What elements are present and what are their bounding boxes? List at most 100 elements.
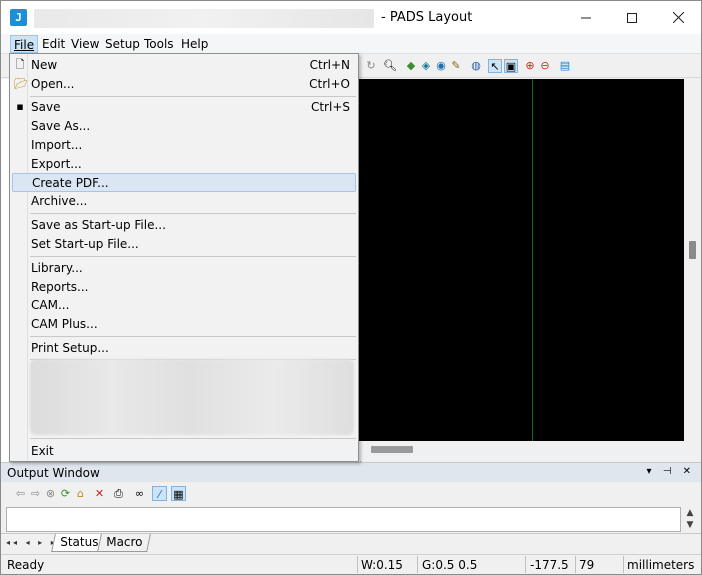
menu-help[interactable]: Help — [178, 35, 211, 53]
layer-icon[interactable]: ◆ — [404, 59, 418, 73]
menu-item-export[interactable]: Export... — [12, 155, 356, 174]
menu-separator — [30, 96, 356, 97]
canvas-origin-line — [532, 79, 533, 441]
pads-app-icon: J — [10, 9, 27, 26]
status-separator — [575, 556, 576, 573]
grid-view-icon[interactable]: ▦ — [171, 486, 186, 501]
menu-item-label: Save — [31, 100, 61, 114]
status-bar: Ready W:0.15 G:0.5 0.5 -177.5 79 millime… — [1, 554, 701, 574]
redo-icon[interactable]: ↻ — [364, 59, 378, 73]
menu-item-save[interactable]: ▪ Save Ctrl+S — [12, 98, 356, 117]
menu-tools[interactable]: Tools — [141, 35, 177, 53]
menu-item-label: Import... — [31, 138, 83, 152]
status-x-coordinate: -177.5 — [530, 558, 569, 572]
menu-item-set-startup[interactable]: Set Start-up File... — [12, 235, 356, 254]
menu-view[interactable]: View — [68, 35, 102, 53]
output-toolbar: ⇦ ⇨ ⊗ ⟳ ⌂ ✕ ⎙ ∞ ⁄ ▦ — [1, 482, 701, 506]
menu-item-open[interactable]: 📂︎ Open... Ctrl+O — [12, 75, 356, 94]
home-icon[interactable]: ⌂ — [73, 486, 88, 501]
zoom-icon[interactable]: 🔍︎ — [383, 59, 397, 73]
menu-item-label: Exit — [31, 444, 54, 458]
vertical-scrollbar[interactable] — [684, 79, 701, 441]
minimize-button[interactable] — [563, 1, 609, 34]
menu-item-cam[interactable]: CAM... — [12, 296, 356, 315]
menu-item-save-startup[interactable]: Save as Start-up File... — [12, 216, 356, 235]
status-grid: G:0.5 0.5 — [422, 558, 478, 572]
menu-item-label: CAM... — [31, 298, 70, 312]
menu-item-label: Save As... — [31, 119, 91, 133]
menu-item-library[interactable]: Library... — [12, 259, 356, 278]
select-mode-icon[interactable]: ↖ — [488, 59, 502, 73]
output-window-header: Output Window ▾ ⊣ ✕ — [1, 462, 701, 482]
close-button[interactable] — [655, 1, 701, 34]
forward-arrow-icon[interactable]: ⇨ — [28, 486, 43, 501]
menu-separator — [30, 438, 356, 439]
save-disk-icon: ▪ — [16, 100, 24, 113]
status-separator — [623, 556, 624, 573]
maximize-icon — [627, 12, 637, 23]
menu-item-shortcut: Ctrl+S — [310, 100, 350, 114]
menu-item-new[interactable]: 🗋 New Ctrl+N — [12, 56, 356, 75]
grid-settings-icon[interactable]: ▤ — [558, 59, 572, 73]
menu-item-cam-plus[interactable]: CAM Plus... — [12, 315, 356, 334]
stop-icon[interactable]: ⊗ — [43, 486, 58, 501]
status-separator — [417, 556, 418, 573]
menu-separator — [30, 256, 356, 257]
menu-item-exit[interactable]: Exit — [12, 442, 356, 461]
globe-icon[interactable]: ◍ — [469, 59, 483, 73]
vertical-scroll-thumb[interactable] — [689, 241, 696, 259]
design-canvas[interactable] — [359, 79, 684, 441]
back-arrow-icon[interactable]: ⇦ — [13, 486, 28, 501]
find-binoculars-icon[interactable]: ∞ — [132, 486, 147, 501]
menu-item-shortcut: Ctrl+O — [309, 77, 350, 91]
menu-item-print-setup[interactable]: Print Setup... — [12, 339, 356, 358]
menu-item-label: Create PDF... — [32, 176, 109, 190]
output-text-area[interactable] — [6, 507, 681, 532]
menu-item-create-pdf[interactable]: Create PDF... — [12, 173, 356, 192]
file-menu-dropdown: 🗋 New Ctrl+N 📂︎ Open... Ctrl+O ▪ Save Ct… — [9, 53, 359, 462]
menu-item-label: CAM Plus... — [31, 317, 98, 331]
menu-setup[interactable]: Setup — [102, 35, 143, 53]
menu-item-label: Reports... — [31, 280, 89, 294]
menu-item-shortcut: Ctrl+N — [309, 58, 350, 72]
zoom-in-icon[interactable]: ⊕ — [523, 59, 537, 73]
close-icon — [672, 12, 684, 23]
clear-icon[interactable]: ✕ — [92, 486, 107, 501]
menu-file[interactable]: File — [10, 35, 39, 53]
refresh-icon[interactable]: ⟳ — [58, 486, 73, 501]
title-bar: J - PADS Layout — [1, 1, 701, 34]
status-separator — [357, 556, 358, 573]
menu-item-label: Export... — [31, 157, 82, 171]
output-window-controls[interactable]: ▾ ⊣ ✕ — [647, 466, 695, 477]
brush-icon[interactable]: ✎ — [449, 59, 463, 73]
tab-status-label: Status — [60, 535, 99, 549]
window-title: - PADS Layout — [381, 10, 473, 25]
tab-macro-label: Macro — [106, 535, 143, 549]
wrap-text-icon[interactable]: ⁄ — [152, 486, 167, 501]
horizontal-scroll-thumb[interactable] — [371, 446, 413, 453]
route-icon[interactable]: ◈ — [419, 59, 433, 73]
menu-edit[interactable]: Edit — [39, 35, 68, 53]
menu-item-label: Save as Start-up File... — [31, 218, 166, 232]
zoom-out-icon[interactable]: ⊖ — [538, 59, 552, 73]
menu-item-import[interactable]: Import... — [12, 136, 356, 155]
via-icon[interactable]: ◉ — [434, 59, 448, 73]
menu-item-reports[interactable]: Reports... — [12, 278, 356, 297]
horizontal-scrollbar[interactable] — [359, 441, 701, 461]
tab-macro[interactable]: Macro — [97, 534, 152, 552]
menu-item-label: Print Setup... — [31, 341, 109, 355]
window-select-icon[interactable]: ▣ — [504, 59, 518, 73]
status-units: millimeters — [627, 558, 695, 572]
menu-item-archive[interactable]: Archive... — [12, 192, 356, 211]
print-icon[interactable]: ⎙ — [111, 486, 126, 501]
output-scroll-spinner[interactable]: ▲ ▼ — [681, 507, 699, 532]
status-y-coordinate: 79 — [579, 558, 595, 572]
output-window-title: Output Window — [7, 466, 100, 480]
new-document-icon: 🗋 — [15, 58, 25, 71]
menu-bar: File Edit View Setup Tools Help — [1, 34, 701, 54]
open-folder-icon: 📂︎ — [14, 77, 28, 90]
blurred-recent-files — [30, 359, 354, 435]
menu-item-save-as[interactable]: Save As... — [12, 117, 356, 136]
maximize-button[interactable] — [609, 1, 655, 34]
menu-item-label: Library... — [31, 261, 83, 275]
